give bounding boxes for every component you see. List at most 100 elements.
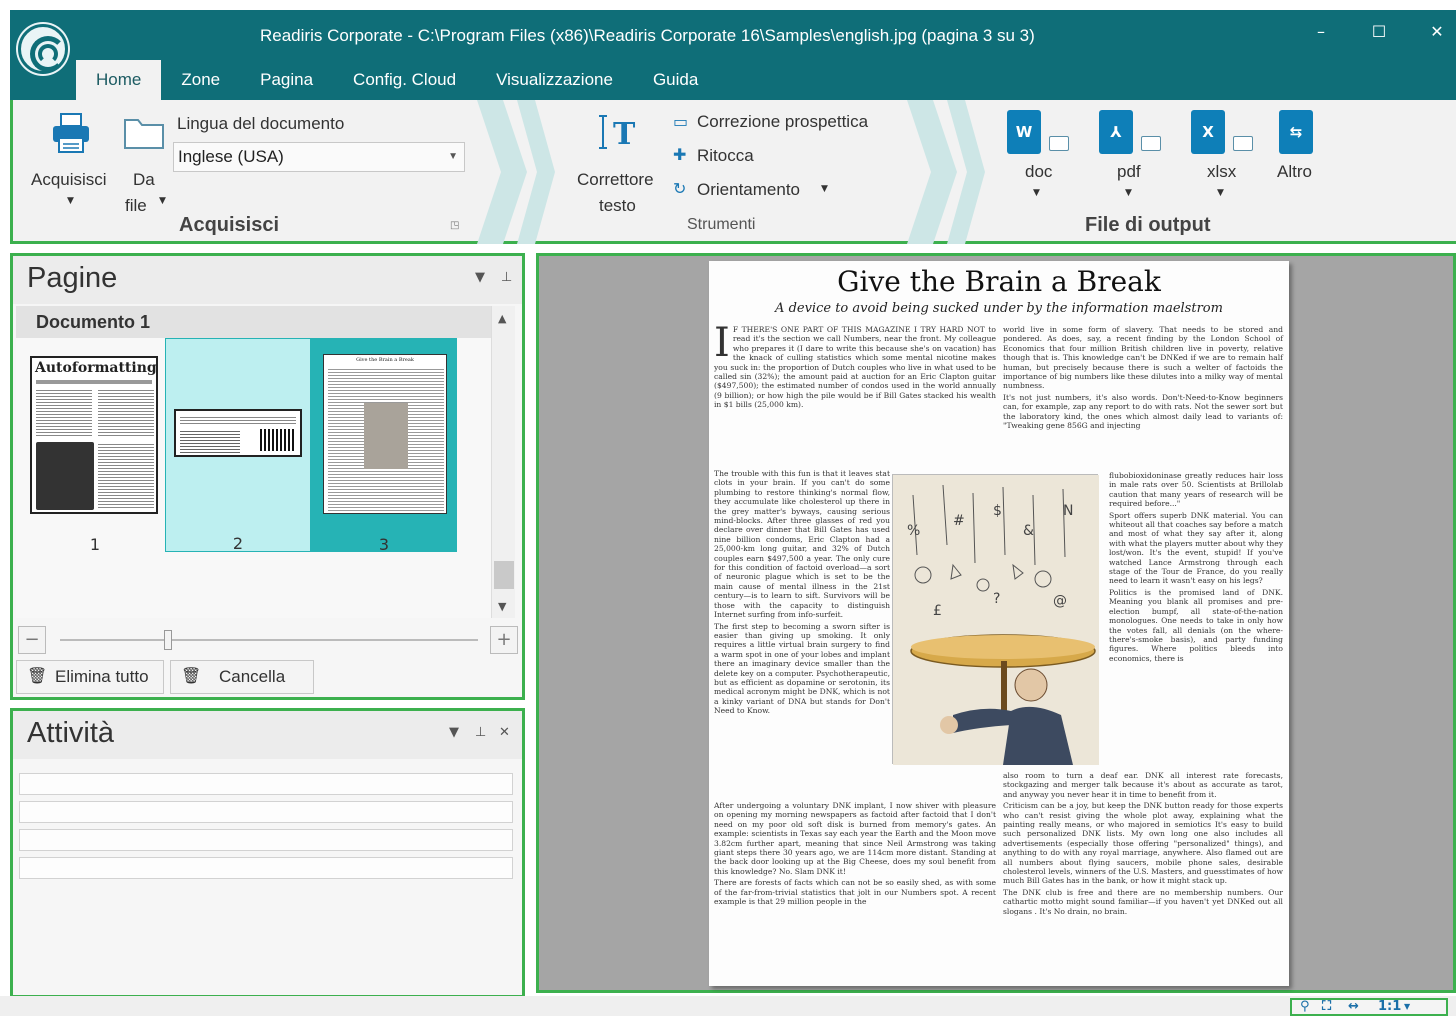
pdf-icon: ⅄ (1099, 110, 1133, 154)
zoom-dropdown-icon[interactable]: ▼ (1404, 1002, 1410, 1011)
trash-icon: 🗑 (181, 668, 202, 685)
panel-menu-icon[interactable]: ▼ (475, 270, 485, 285)
text-corrector-button[interactable]: T Correttore testo (569, 108, 669, 215)
search-icon[interactable]: ⚲ (1300, 999, 1310, 1014)
word-icon: W (1007, 110, 1041, 154)
activity-panel: Attività ▼ ⊥ ✕ (10, 708, 525, 998)
activity-row (19, 801, 513, 823)
illustration-drawing: % # $ & £ @ ? N (893, 475, 1099, 765)
language-value: Inglese (USA) (178, 147, 284, 166)
svg-text:#: # (953, 513, 965, 529)
zoom-in-button[interactable]: + (490, 626, 518, 654)
tab-pagina[interactable]: Pagina (240, 60, 333, 100)
ribbon-tabs: Home Zone Pagina Config. Cloud Visualizz… (76, 60, 718, 100)
retouch-button[interactable]: ✚ Ritocca (673, 145, 793, 170)
from-file-label-2: file (125, 196, 147, 215)
thumbnails-area: Autoformatting 1 2 Give the Brain a Brea… (16, 338, 491, 618)
maximize-button[interactable]: ☐ (1364, 22, 1394, 41)
fit-width-icon[interactable]: ↔ (1348, 999, 1359, 1014)
other-output-button[interactable]: ⇆ Altro (1271, 100, 1341, 206)
title-bar: Readiris Corporate - C:\Program Files (x… (10, 10, 1456, 100)
tab-config-cloud[interactable]: Config. Cloud (333, 60, 476, 100)
pin-icon[interactable]: ⊥ (501, 270, 512, 285)
xlsx-label: xlsx (1207, 162, 1237, 181)
activity-row (19, 829, 513, 851)
svg-text:@: @ (1053, 593, 1067, 609)
folder-icon (1233, 136, 1253, 151)
activity-row (19, 773, 513, 795)
tab-home[interactable]: Home (76, 60, 162, 100)
folder-icon (124, 119, 164, 149)
paragraph: Politics is the promised land of DNK. Me… (1109, 587, 1283, 663)
scrollbar-thumb[interactable] (494, 561, 514, 589)
status-bar (0, 996, 1456, 1016)
paragraph: The first step to becoming a sworn sifte… (714, 621, 890, 716)
separator-chevron (477, 100, 555, 244)
page-thumbnail-1[interactable]: Autoformatting 1 (22, 338, 168, 554)
scroll-down-icon[interactable]: ▼ (498, 600, 506, 613)
chevron-down-icon: ▼ (448, 151, 458, 162)
document-header: Documento 1 (16, 306, 491, 338)
perspective-correction-button[interactable]: ▭ Correzione prospettica (673, 112, 903, 136)
pin-icon[interactable]: ⊥ (475, 725, 486, 740)
paragraph: The DNK club is free and there are no me… (1003, 887, 1283, 916)
tab-visualizzazione[interactable]: Visualizzazione (476, 60, 633, 100)
fit-page-icon[interactable]: ⛶ (1322, 999, 1331, 1014)
pages-panel-title: Pagine (27, 262, 118, 294)
paragraph: flubobioxidoninase greatly reduces hair … (1109, 471, 1283, 509)
delete-label: Cancella (219, 667, 286, 686)
article-column-1-top: I F THERE'S ONE PART OF THIS MAGAZINE I … (714, 320, 996, 471)
paragraph: After undergoing a voluntary DNK implant… (714, 801, 996, 876)
pages-actions: 🗑 Elimina tutto 🗑 Cancella (16, 660, 521, 696)
dialog-launcher-icon[interactable]: ◳ (450, 220, 459, 231)
paragraph: Criticism can be a joy, but keep the DNK… (1003, 801, 1283, 886)
drop-cap: I (714, 320, 730, 366)
pdf-output-button[interactable]: ⅄ pdf ▼ (1095, 100, 1165, 206)
paragraph: also room to turn a deaf ear. DNK all in… (1003, 771, 1283, 799)
zoom-out-button[interactable]: − (18, 626, 46, 654)
panel-menu-icon[interactable]: ▼ (449, 725, 459, 740)
from-file-dropdown-icon: ▼ (159, 196, 166, 206)
retouch-icon: ✚ (673, 145, 687, 164)
zoom-actual-size[interactable]: 1:1 (1378, 999, 1401, 1014)
page-number: 2 (232, 534, 244, 553)
article-subtitle: A device to avoid being sucked under by … (775, 301, 1223, 316)
article-title: Give the Brain a Break (837, 265, 1161, 298)
tab-zone[interactable]: Zone (161, 60, 240, 100)
ribbon: Acquisisci ▼ Da file ▼ Lingua del docume… (10, 100, 1456, 244)
activity-panel-header: Attività ▼ ⊥ ✕ (13, 711, 522, 759)
delete-button[interactable]: 🗑 Cancella (170, 660, 314, 694)
close-button[interactable]: ✕ (1422, 22, 1452, 41)
xlsx-output-button[interactable]: X xlsx ▼ (1187, 100, 1257, 206)
readiris-logo-icon[interactable] (18, 24, 68, 74)
language-select[interactable]: Inglese (USA) ▼ (173, 142, 465, 172)
text-corrector-label-2: testo (599, 196, 636, 215)
paragraph: There are forests of facts which can not… (714, 878, 996, 907)
delete-all-label: Elimina tutto (55, 667, 149, 686)
from-file-label-1: Da (133, 170, 155, 189)
scroll-up-icon[interactable]: ▲ (498, 312, 506, 325)
doc-label: doc (1025, 162, 1053, 181)
svg-text:T: T (613, 117, 636, 152)
document-viewer[interactable]: Give the Brain a Break A device to avoid… (536, 253, 1456, 993)
thumbnails-scrollbar[interactable]: ▲ ▼ (491, 306, 515, 618)
printer-icon (53, 113, 89, 153)
from-file-button[interactable]: Da file ▼ (119, 108, 171, 215)
tab-guida[interactable]: Guida (633, 60, 718, 100)
folder-icon (1141, 136, 1161, 151)
orientation-button[interactable]: ↻ Orientamento ▼ (673, 179, 853, 204)
slider-handle[interactable] (164, 630, 172, 650)
minimize-button[interactable]: – (1306, 22, 1336, 41)
separator-chevron (907, 100, 985, 244)
article-column-3: flubobioxidoninase greatly reduces hair … (1109, 471, 1283, 771)
thumbnail-size-slider[interactable] (60, 630, 478, 650)
tools-group-title: Strumenti (687, 216, 756, 233)
delete-all-button[interactable]: 🗑 Elimina tutto (16, 660, 164, 694)
scan-button[interactable]: Acquisisci ▼ (27, 108, 115, 208)
article-illustration: % # $ & £ @ ? N (892, 474, 1099, 765)
close-icon[interactable]: ✕ (499, 725, 510, 740)
page-thumbnail-3[interactable]: Give the Brain a Break 3 (311, 338, 457, 554)
doc-output-button[interactable]: W doc ▼ (1003, 100, 1073, 206)
page-thumbnail-2[interactable]: 2 (165, 338, 311, 553)
scan-dropdown-icon: ▼ (67, 196, 74, 206)
